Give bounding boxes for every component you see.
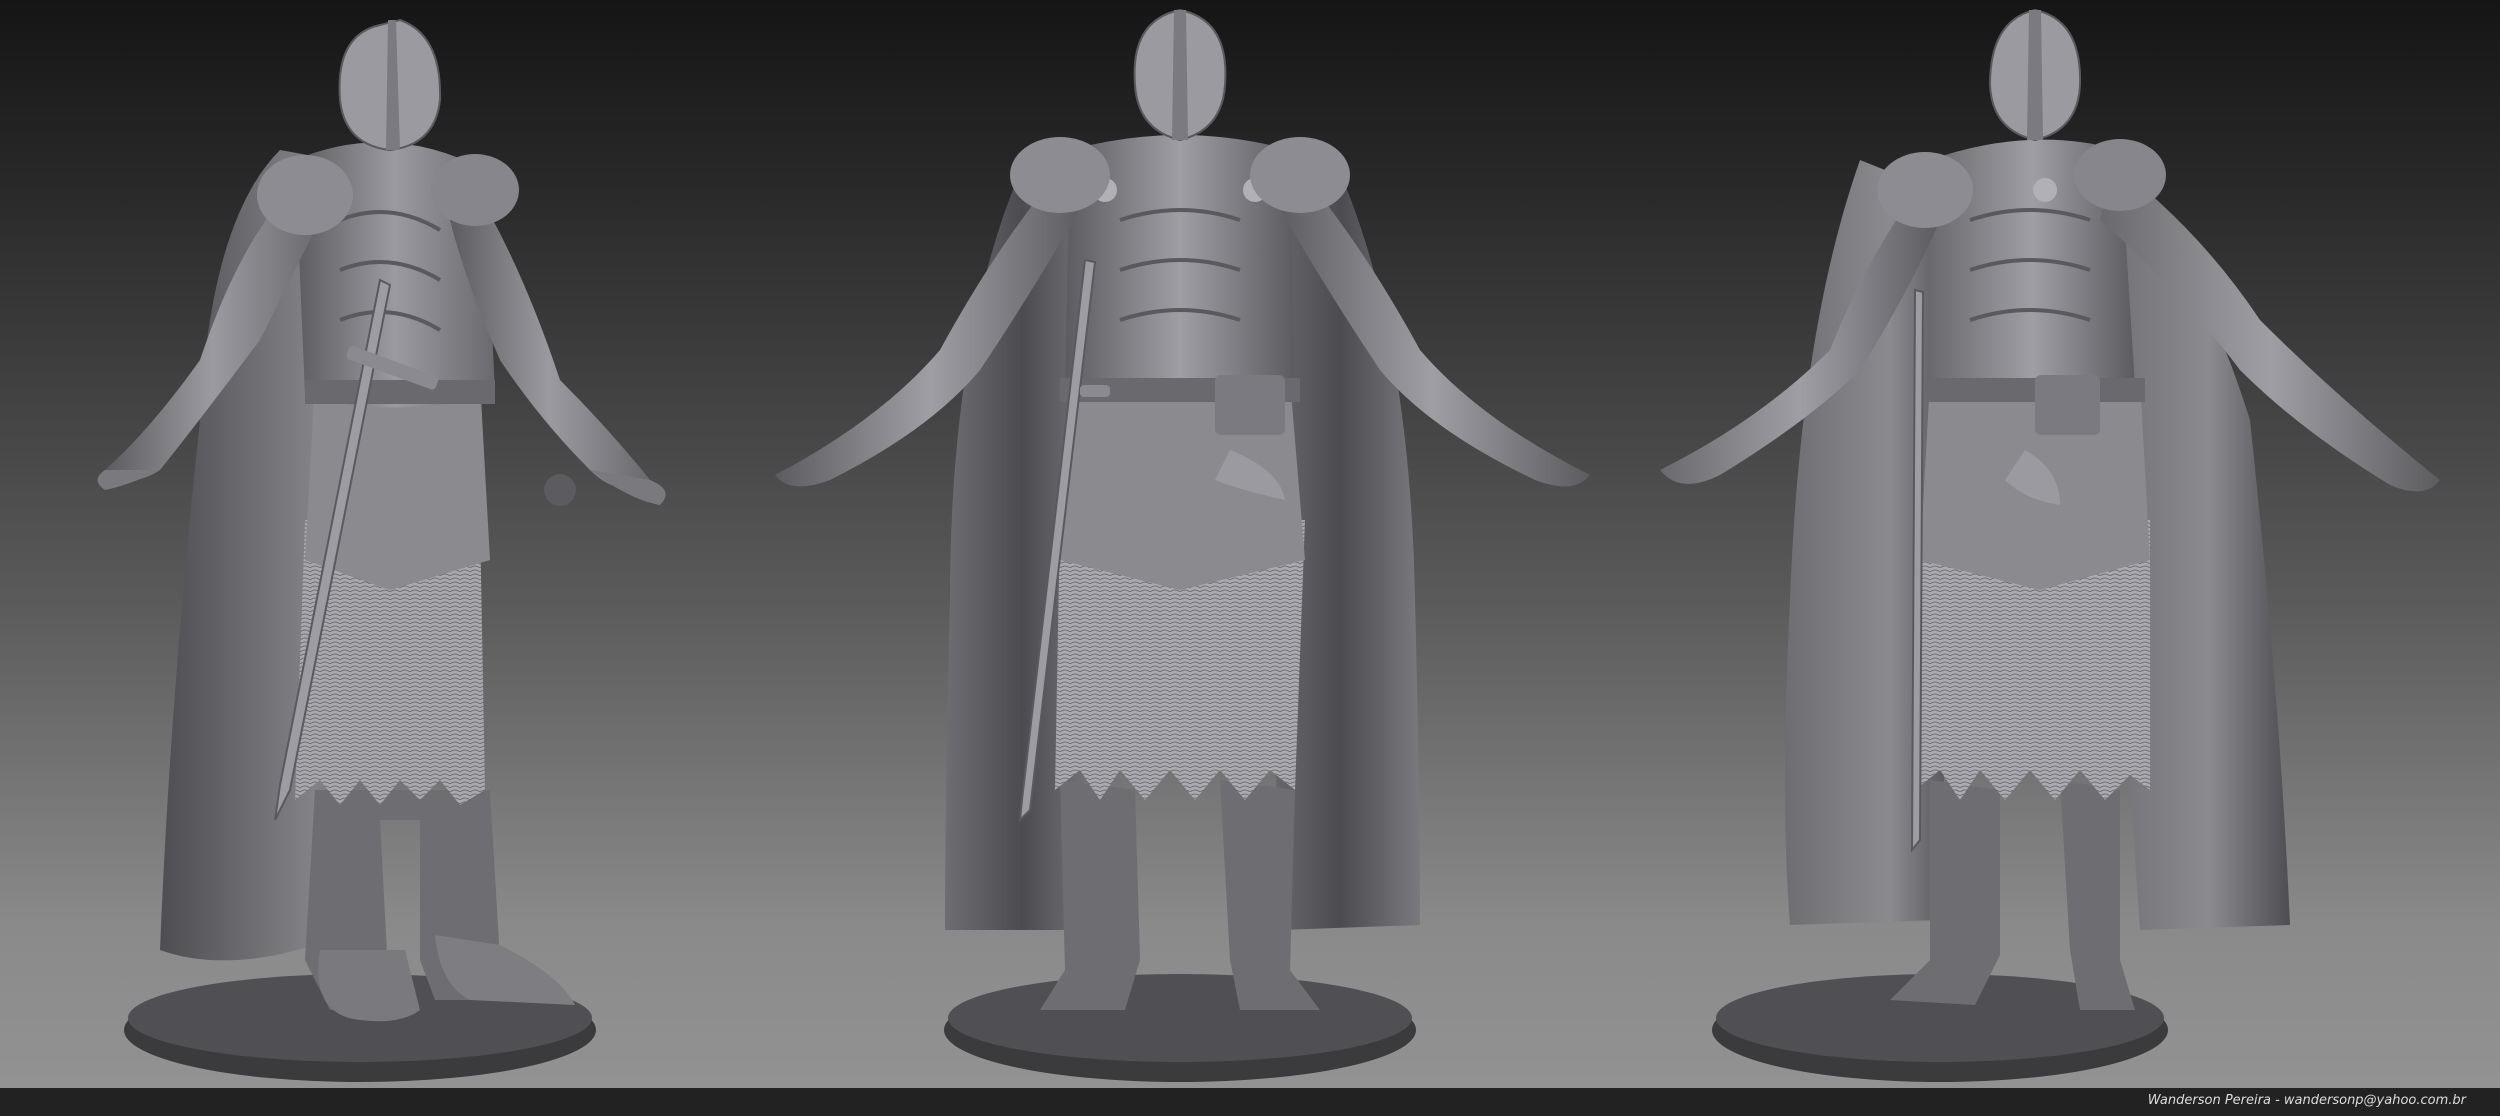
sword [1910,288,1925,853]
render-viewport [0,0,2500,1088]
credit-email: wandersonp@yahoo.com.br [2283,1093,2466,1108]
credit-name: Wanderson Pereira [2147,1093,2271,1108]
knight-figure-front [760,0,1620,1088]
pouch [1215,375,1285,435]
knight-sculpt-right [1660,8,2440,1082]
knight-figure-three-quarter [90,0,730,1088]
footer-bar: Wanderson Pereira - wandersonp@yahoo.com… [0,1088,2500,1116]
knight-sculpt-left [97,18,666,1082]
knight-sculpt-front [775,8,1590,1082]
artist-credit: Wanderson Pereira - wandersonp@yahoo.com… [2148,1093,2466,1108]
credit-separator: - [2270,1093,2284,1108]
knight-figure-three-quarter-right [1640,0,2500,1088]
pouch [2035,375,2100,435]
